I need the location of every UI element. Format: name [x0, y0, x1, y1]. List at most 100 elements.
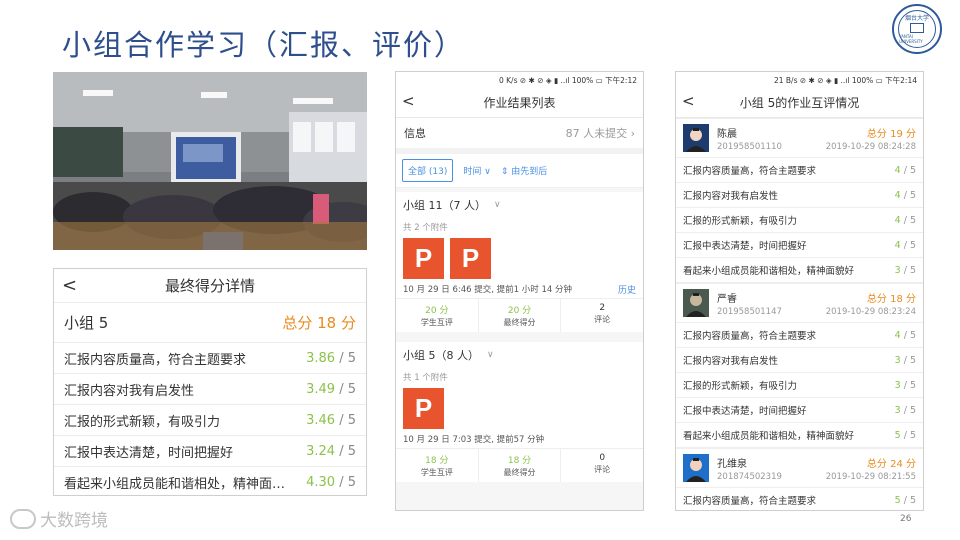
score-value: 3 [894, 404, 901, 416]
member-row[interactable]: 严睿 201958501147 总分 18 分 2019-10-29 08:23:24 [676, 283, 923, 323]
page-number: 26 [900, 514, 912, 524]
member-name: 陈晨 [717, 128, 737, 140]
score-value: 3 [894, 379, 901, 391]
score-value: 4 [894, 164, 901, 176]
back-button[interactable]: < [682, 92, 695, 110]
powerpoint-file-icon[interactable]: P [450, 238, 491, 279]
info-row[interactable]: 信息 87 人未提交 › [396, 118, 643, 154]
back-button[interactable]: < [402, 92, 415, 110]
results-list-phone: 0 K/s ⊘ ✱ ⊘ ◈ ▮ ..ıl 100% ▭ 下午2:12 < 作业结… [395, 71, 644, 511]
score-max: / 5 [339, 474, 356, 490]
criterion-label: 看起来小组成员能和谐相处，精神面貌好 [683, 266, 855, 277]
chevron-down-icon: ∨ [487, 350, 494, 360]
results-list-title: 作业结果列表 [483, 96, 556, 110]
sort-icon: ⇕ [500, 167, 509, 177]
criterion-score: 3.46 / 5 [306, 413, 356, 428]
stat-cell[interactable]: 0 评论 [561, 449, 643, 482]
score-criterion-row: 汇报内容质量高，符合主题要求 3.86 / 5 [54, 343, 366, 374]
stat-label: 最终得分 [503, 318, 536, 327]
attachment-list: PP [396, 236, 643, 280]
stat-label: 评论 [594, 315, 611, 324]
criterion-score: 4 / 5 [895, 190, 916, 201]
criterion-score: 4 / 5 [895, 165, 916, 176]
member-id: 201874502319 [717, 471, 782, 482]
review-criterion-row: 汇报的形式新颖，有吸引力 4 / 5 [676, 208, 923, 233]
score-value: 4 [894, 189, 901, 201]
stat-cell[interactable]: 2 评论 [561, 299, 643, 332]
slide-title: 小组合作学习（汇报、评价） [62, 28, 466, 62]
criterion-score: 5 / 5 [895, 495, 916, 506]
back-button[interactable]: < [62, 275, 77, 296]
peer-review-title: 小组 5的作业互评情况 [739, 96, 860, 110]
stat-cell[interactable]: 20 分学生互评 [396, 299, 479, 332]
stat-cell[interactable]: 18 分最终得分 [479, 449, 562, 482]
review-criterion-row: 汇报中表达清楚，时间把握好 4 / 5 [676, 233, 923, 258]
criterion-score: 3 / 5 [895, 405, 916, 416]
score-value: 4 [894, 239, 901, 251]
member-id: 201958501110 [717, 141, 782, 152]
info-label: 信息 [404, 127, 426, 140]
stat-value: 20 分 [507, 306, 532, 316]
stat-label: 评论 [594, 465, 611, 474]
score-value: 3.24 [306, 443, 336, 459]
submission-time: 10 月 29 日 7:03 提交, 提前57 分钟 [403, 435, 545, 445]
criterion-label: 汇报内容对我有启发性 [64, 383, 195, 399]
criterion-score: 3 / 5 [895, 265, 916, 276]
submission-info: 10 月 29 日 6:46 提交, 提前1 小时 14 分钟 历史 [396, 280, 643, 298]
score-criterion-row: 汇报中表达清楚，时间把握好 3.24 / 5 [54, 436, 366, 467]
brand-watermark: 大数跨境 [10, 506, 108, 531]
powerpoint-file-icon[interactable]: P [403, 388, 444, 429]
filter-all-button[interactable]: 全部 (13) [402, 159, 454, 182]
criterion-score: 4.30 / 5 [306, 475, 356, 490]
group-stats: 20 分学生互评 20 分最终得分 2 评论 [396, 298, 643, 332]
score-max: / 5 [903, 329, 916, 341]
member-name: 孔维泉 [717, 458, 747, 470]
group-stats: 18 分学生互评 18 分最终得分 0 评论 [396, 448, 643, 482]
submission-time: 10 月 29 日 6:46 提交, 提前1 小时 14 分钟 [403, 285, 572, 295]
review-time: 2019-10-29 08:21:55 [825, 471, 916, 482]
score-value: 4 [894, 329, 901, 341]
avatar [683, 454, 709, 482]
criterion-score: 3 / 5 [895, 355, 916, 366]
attachment-count: 共 2 个附件 [396, 218, 643, 236]
avatar [683, 124, 709, 152]
score-max: / 5 [339, 412, 356, 428]
logo-top-text: 烟台大学 [904, 14, 929, 22]
review-criterion-row: 看起来小组成员能和谐相处，精神面貌好 5 / 5 [676, 423, 923, 448]
score-value: 3.86 [306, 350, 336, 366]
powerpoint-file-icon[interactable]: P [403, 238, 444, 279]
criterion-label: 汇报的形式新颖，有吸引力 [64, 414, 221, 430]
stat-label: 学生互评 [420, 468, 453, 477]
submission-info: 10 月 29 日 7:03 提交, 提前57 分钟 [396, 430, 643, 448]
chevron-right-icon: › [630, 127, 635, 140]
stat-cell[interactable]: 18 分学生互评 [396, 449, 479, 482]
review-criterion-row: 汇报内容质量高，符合主题要求 5 / 5 [676, 488, 923, 510]
member-row[interactable]: 陈晨 201958501110 总分 19 分 2019-10-29 08:24:28 [676, 118, 923, 158]
score-value: 5 [894, 429, 901, 441]
member-row[interactable]: 孔维泉 201874502319 总分 24 分 2019-10-29 08:21:5… [676, 448, 923, 488]
group-name: 小组 11（7 人） [403, 199, 486, 212]
criterion-label: 汇报内容质量高，符合主题要求 [683, 331, 817, 342]
score-value: 5 [894, 494, 901, 506]
review-criterion-row: 看起来小组成员能和谐相处，精神面貌好 3 / 5 [676, 258, 923, 283]
criterion-score: 4 / 5 [895, 215, 916, 226]
group-name: 小组 5（8 人） [403, 349, 479, 362]
classroom-photo [53, 72, 367, 250]
sort-order-button[interactable]: ⇕ 由先到后 [501, 164, 547, 177]
criterion-score: 3 / 5 [895, 380, 916, 391]
group-header[interactable]: 小组 11（7 人） ∨ [396, 192, 643, 218]
score-max: / 5 [339, 443, 356, 459]
history-link[interactable]: 历史 [618, 283, 636, 296]
member-id: 201958501147 [717, 306, 782, 317]
score-value: 3 [894, 354, 901, 366]
logo-emblem-icon [910, 22, 924, 33]
group-header[interactable]: 小组 5（8 人） ∨ [396, 342, 643, 368]
score-max: / 5 [903, 264, 916, 276]
filter-time-button[interactable]: 时间 ∨ [463, 164, 490, 177]
criterion-label: 汇报内容质量高，符合主题要求 [683, 166, 817, 177]
criterion-label: 汇报内容质量高，符合主题要求 [64, 352, 247, 368]
score-value: 3.46 [306, 412, 336, 428]
stat-cell[interactable]: 20 分最终得分 [479, 299, 562, 332]
score-max: / 5 [903, 379, 916, 391]
score-max: / 5 [903, 214, 916, 226]
